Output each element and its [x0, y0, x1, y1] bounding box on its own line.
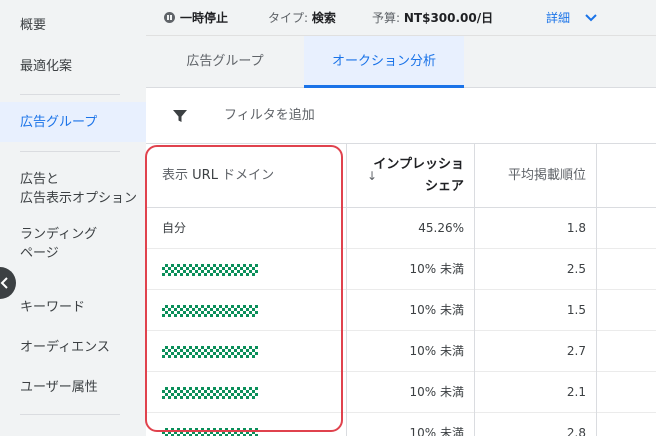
- redacted-domain: [162, 263, 258, 276]
- avg-position-cell: 2.7: [474, 331, 596, 372]
- sidebar-divider: [20, 151, 120, 152]
- sidebar-item-audiences[interactable]: オーディエンス: [20, 338, 110, 357]
- column-header-avg-position[interactable]: 平均掲載順位: [474, 144, 596, 208]
- domain-cell: 自分: [162, 221, 187, 235]
- campaign-status: 一時停止: [180, 11, 229, 25]
- sidebar-divider: [20, 414, 120, 415]
- column-header-impression-share[interactable]: ↓ インプレッショ シェア: [346, 144, 474, 208]
- next-column-cell: [596, 249, 656, 290]
- next-column-cell: [596, 290, 656, 331]
- domain-cell: [162, 372, 342, 413]
- domain-cell: [162, 331, 342, 372]
- sidebar: 概要 最適化案 広告グループ 広告と 広告表示オプション ランディング ページ …: [0, 0, 146, 436]
- domain-cell: [162, 290, 342, 331]
- sidebar-item-overview[interactable]: 概要: [20, 16, 46, 35]
- view-tabs: 広告グループ オークション分析: [146, 36, 656, 88]
- sidebar-item-demographics[interactable]: ユーザー属性: [20, 378, 98, 397]
- impression-share-cell: 10% 未満: [346, 413, 474, 436]
- campaign-budget: 予算: NT$300.00/日: [372, 11, 494, 25]
- sidebar-item-ads-extensions[interactable]: 広告と 広告表示オプション: [20, 170, 137, 208]
- tab-ad-groups[interactable]: 広告グループ: [146, 36, 304, 88]
- filter-bar: フィルタを追加: [146, 88, 656, 144]
- next-column-cell: [596, 208, 656, 249]
- table-row: 自分 45.26% 1.8: [146, 208, 656, 249]
- chevron-left-icon: [0, 277, 8, 289]
- tab-auction-insights[interactable]: オークション分析: [304, 36, 464, 88]
- table-row: 10% 未満 2.7: [146, 331, 656, 372]
- avg-position-cell: 2.1: [474, 372, 596, 413]
- sidebar-item-adgroups[interactable]: 広告グループ: [20, 113, 97, 132]
- redacted-domain: [162, 427, 258, 436]
- next-column-cell: [596, 413, 656, 436]
- impression-share-cell: 10% 未満: [346, 290, 474, 331]
- avg-position-cell: 1.8: [474, 208, 596, 249]
- add-filter-button[interactable]: フィルタを追加: [224, 107, 315, 125]
- column-header-display-url-domain[interactable]: 表示 URL ドメイン: [146, 144, 346, 208]
- impression-share-cell: 45.26%: [346, 208, 474, 249]
- filter-icon[interactable]: [172, 108, 188, 124]
- table-row: 10% 未満 2.5: [146, 249, 656, 290]
- impression-share-cell: 10% 未満: [346, 249, 474, 290]
- campaign-status-bar: 一時停止 タイプ: 検索 予算: NT$300.00/日 詳細: [146, 0, 656, 36]
- table-row: 10% 未満 2.8: [146, 413, 656, 436]
- next-column-cell: [596, 331, 656, 372]
- column-header-next: [596, 144, 656, 208]
- domain-cell: [162, 413, 342, 436]
- avg-position-cell: 2.5: [474, 249, 596, 290]
- impression-share-cell: 10% 未満: [346, 372, 474, 413]
- domain-cell: [162, 249, 342, 290]
- next-column-cell: [596, 372, 656, 413]
- impression-share-cell: 10% 未満: [346, 331, 474, 372]
- pause-icon: [164, 12, 175, 23]
- auction-insights-table: 表示 URL ドメイン ↓ インプレッショ シェア 平均掲載順位 自分 45.26…: [146, 144, 656, 436]
- sidebar-item-keywords[interactable]: キーワード: [20, 298, 85, 317]
- sidebar-item-recommendations[interactable]: 最適化案: [20, 57, 72, 76]
- sidebar-item-landing-pages[interactable]: ランディング ページ: [20, 225, 97, 263]
- campaign-type: タイプ: 検索: [268, 11, 336, 25]
- sidebar-collapse-button[interactable]: [0, 267, 16, 299]
- avg-position-cell: 2.8: [474, 413, 596, 436]
- details-link[interactable]: 詳細: [546, 10, 570, 26]
- table-row: 10% 未満 2.1: [146, 372, 656, 413]
- avg-position-cell: 1.5: [474, 290, 596, 331]
- sidebar-divider: [20, 94, 120, 95]
- redacted-domain: [162, 304, 258, 317]
- chevron-down-icon[interactable]: [584, 11, 598, 25]
- table-row: 10% 未満 1.5: [146, 290, 656, 331]
- redacted-domain: [162, 386, 258, 399]
- redacted-domain: [162, 345, 258, 358]
